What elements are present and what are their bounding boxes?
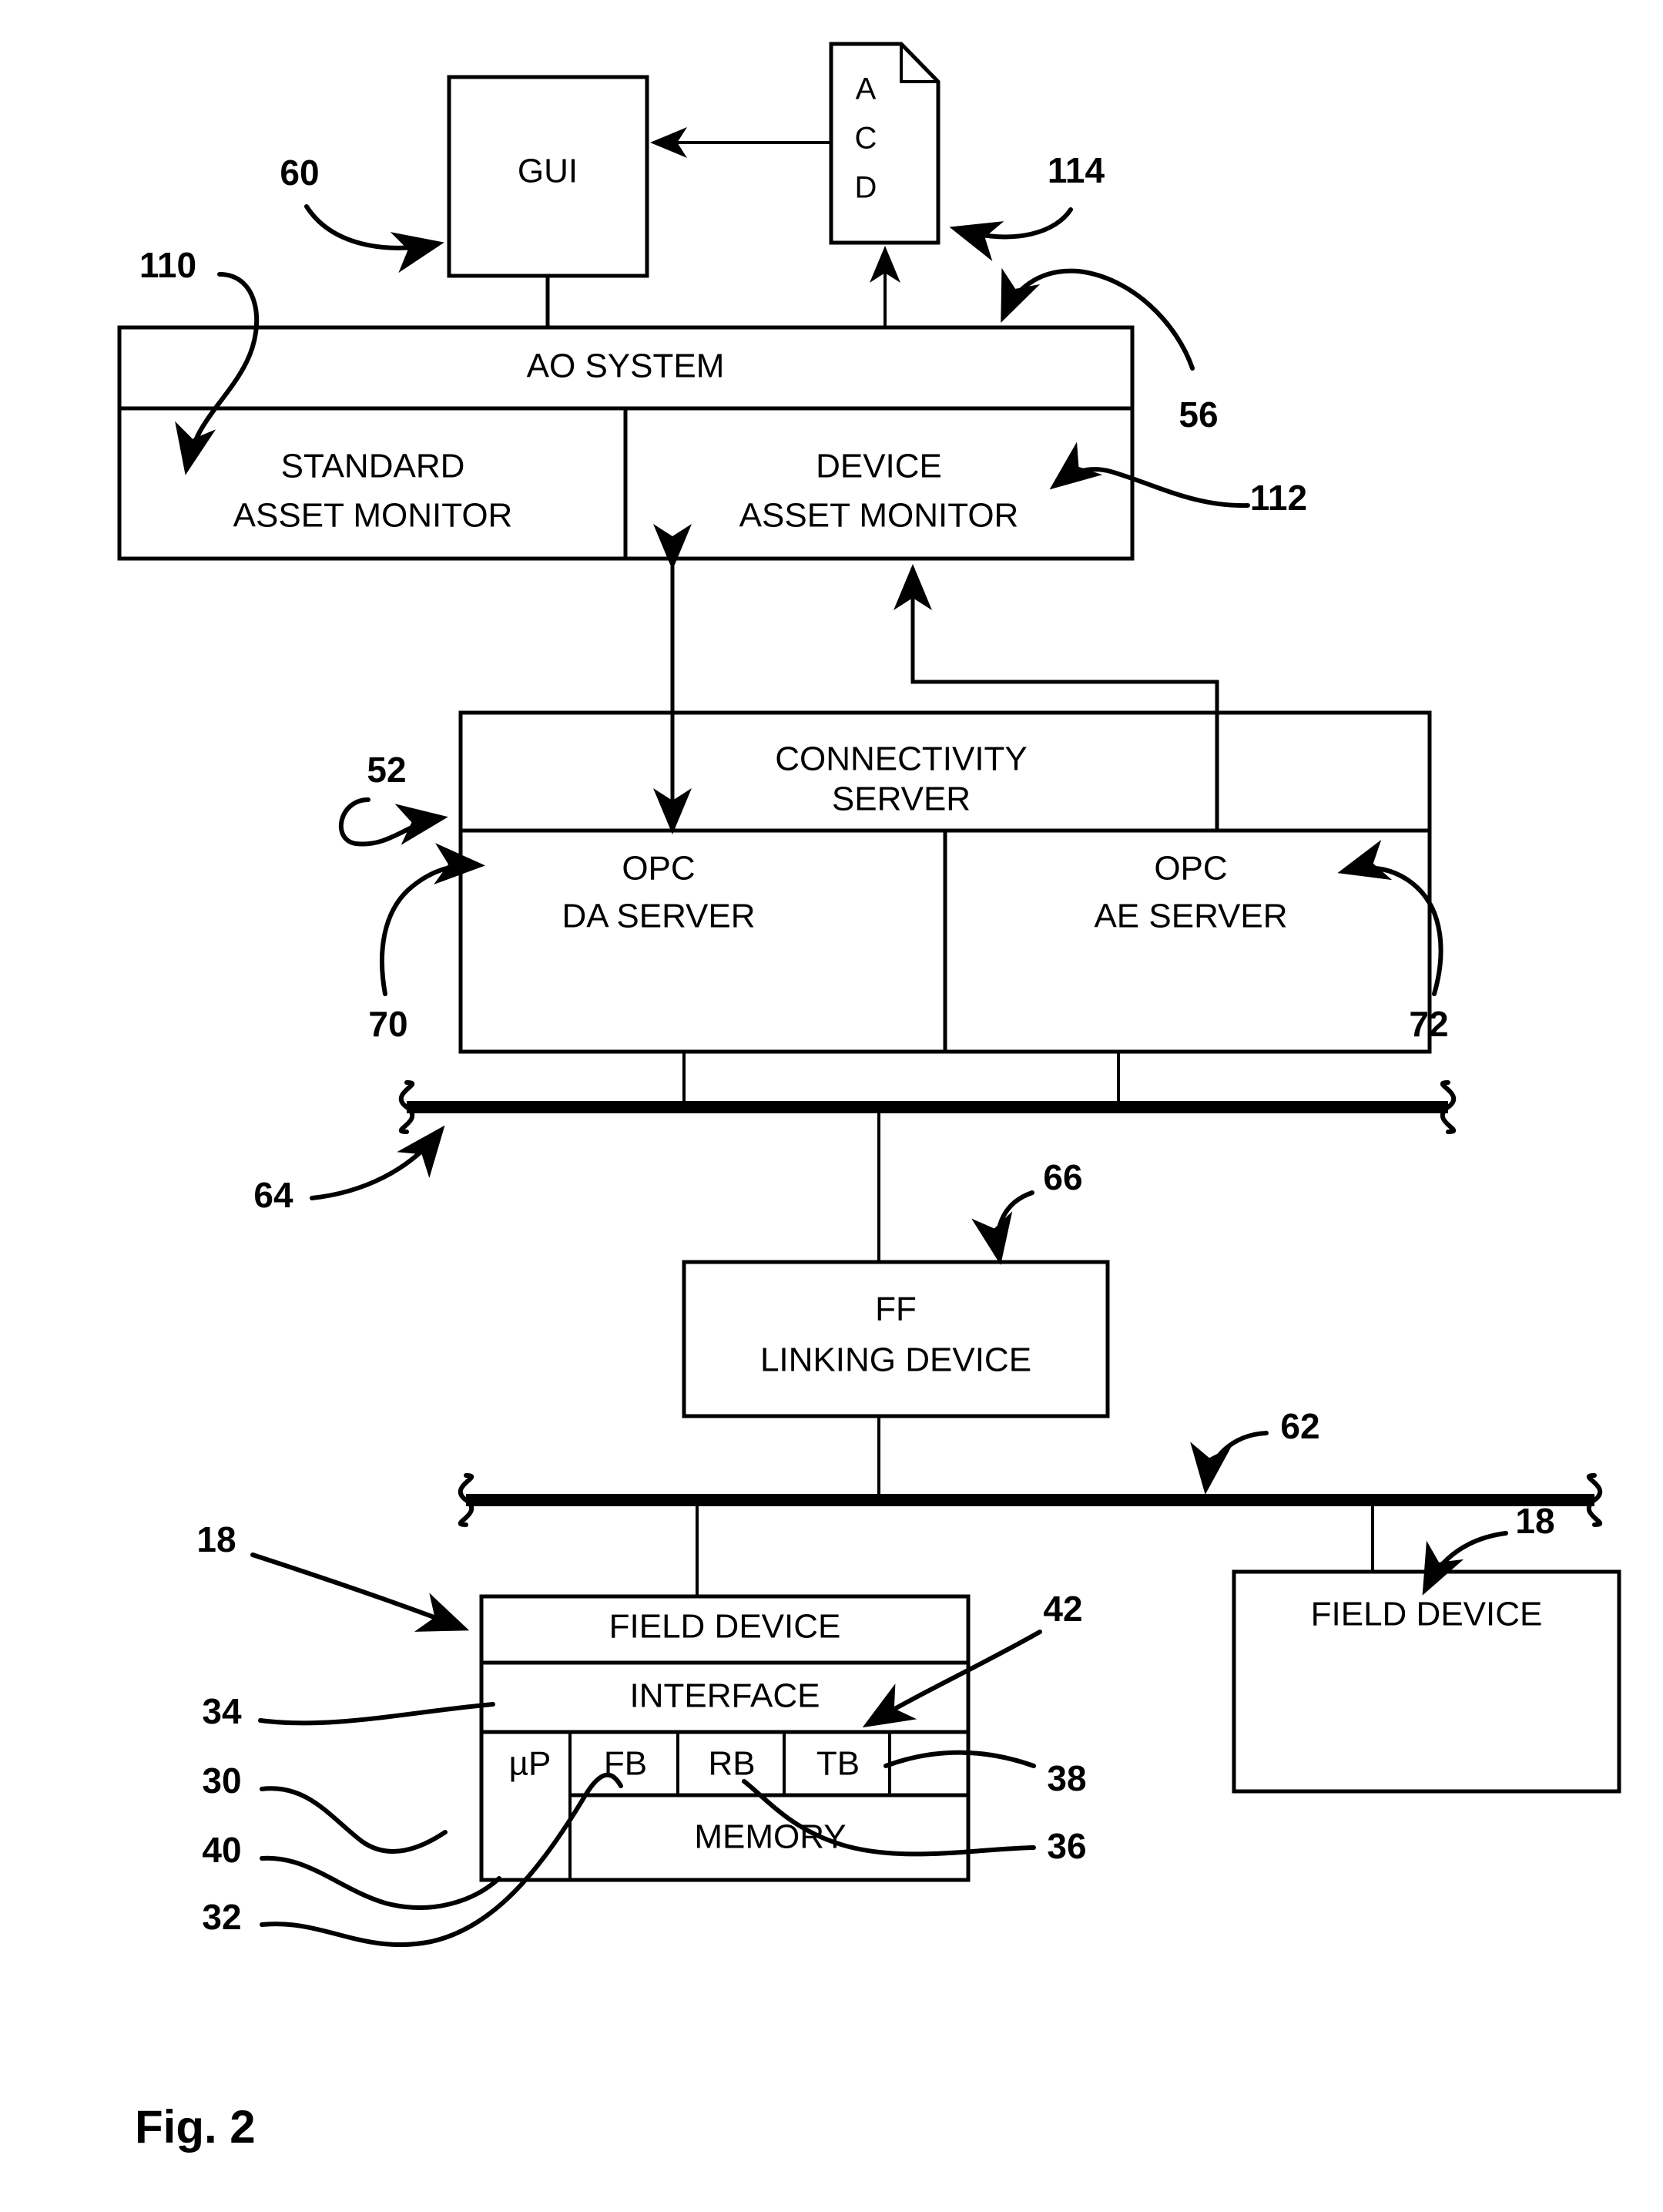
opc-da-server-line-2: DA SERVER <box>562 898 755 935</box>
acd-document: A C D <box>829 42 940 245</box>
figure-2-diagram: GUI A C D AO SYSTEM STANDARD ASSET MONIT… <box>117 42 1621 2153</box>
ref-112-leader-line <box>1049 441 1250 509</box>
microprocessor-label: µP <box>509 1745 552 1783</box>
ref-34-leader-line <box>258 1702 495 1726</box>
ref-36-number: 36 <box>1047 1826 1086 1866</box>
ref-56-leader-line <box>1001 267 1195 371</box>
ref-64-annotation: 64 <box>253 1125 445 1215</box>
opc-ae-server-line-1: OPC <box>1154 850 1227 888</box>
ref-40-annotation: 40 <box>202 1830 501 1910</box>
device-asset-monitor-line-2: ASSET MONITOR <box>739 497 1019 535</box>
ref-72-leader-line <box>1337 840 1443 996</box>
field-device-right-block: FIELD DEVICE <box>1232 1569 1621 1794</box>
ref-52-leader-line <box>338 797 448 847</box>
ref-110-leader-line <box>175 272 260 475</box>
acd-line-1: A <box>856 72 877 106</box>
ref-34-number: 34 <box>202 1691 242 1731</box>
ref-18-left-number: 18 <box>196 1519 236 1559</box>
ref-32-number: 32 <box>202 1897 241 1937</box>
device-asset-monitor-line-1: DEVICE <box>816 448 942 485</box>
ref-38-number: 38 <box>1047 1758 1086 1798</box>
gui-block: GUI <box>447 75 649 278</box>
ref-110-number: 110 <box>139 245 196 285</box>
ref-70-number: 70 <box>368 1004 407 1044</box>
ref-62-leader-line <box>1190 1431 1269 1495</box>
ref-64-number: 64 <box>253 1175 293 1215</box>
ref-114-leader-line <box>949 207 1073 261</box>
standard-asset-monitor-line-1: STANDARD <box>281 448 465 485</box>
figure-caption: Fig. 2 <box>135 2101 256 2153</box>
ref-18-right-annotation: 18 <box>1422 1501 1555 1596</box>
ref-18-left-leader-line <box>250 1552 470 1632</box>
ref-62-annotation: 62 <box>1190 1406 1320 1495</box>
ref-30-number: 30 <box>202 1761 241 1801</box>
ref-60-annotation: 60 <box>280 153 444 274</box>
opc-ae-server-line-2: AE SERVER <box>1094 898 1287 935</box>
transducer-block-label: TB <box>816 1745 860 1783</box>
connectivity-server-line-1: CONNECTIVITY <box>775 740 1028 778</box>
ref-64-leader-line <box>310 1125 445 1200</box>
ff-linking-device-box <box>682 1260 1110 1418</box>
ref-66-leader-line <box>971 1190 1034 1265</box>
ref-30-leader-line <box>260 1786 448 1854</box>
resource-block-label: RB <box>708 1745 755 1783</box>
ref-66-number: 66 <box>1043 1157 1082 1197</box>
ref-40-number: 40 <box>202 1830 241 1870</box>
acd-line-3: D <box>855 171 877 205</box>
ref-42-leader-line <box>862 1630 1042 1728</box>
ref-114-annotation: 114 <box>949 150 1105 261</box>
ref-72-annotation: 72 <box>1337 840 1449 1044</box>
standard-asset-monitor-line-2: ASSET MONITOR <box>233 497 513 535</box>
ref-56-number: 56 <box>1179 394 1218 435</box>
ref-60-leader-line <box>304 204 444 274</box>
field-device-right-title: FIELD DEVICE <box>1311 1596 1543 1633</box>
ref-38-annotation: 38 <box>883 1750 1087 1798</box>
connectivity-server-block: CONNECTIVITY SERVER OPC DA SERVER OPC AE… <box>458 710 1432 1054</box>
acd-page-shape <box>829 42 940 245</box>
acd-line-2: C <box>855 122 877 156</box>
gui-label: GUI <box>518 153 578 190</box>
ao-system-title: AO SYSTEM <box>527 347 725 385</box>
ref-18-right-number: 18 <box>1515 1501 1554 1541</box>
bus-62 <box>458 1473 1603 1527</box>
field-device-left-block: FIELD DEVICE INTERFACE µP FB RB TB MEMOR… <box>479 1594 971 1882</box>
ref-112-number: 112 <box>1250 478 1307 518</box>
ref-42-annotation: 42 <box>862 1589 1083 1728</box>
ref-18-left-annotation: 18 <box>196 1519 470 1632</box>
ref-66-annotation: 66 <box>971 1157 1083 1265</box>
ao-system-block: AO SYSTEM STANDARD ASSET MONITOR DEVICE … <box>117 325 1135 561</box>
ref-40-leader-line <box>260 1855 501 1910</box>
ref-38-leader-line <box>883 1750 1036 1768</box>
ref-42-number: 42 <box>1043 1589 1082 1629</box>
ref-110-annotation: 110 <box>139 245 260 475</box>
ref-52-annotation: 52 <box>338 750 448 847</box>
bus-64 <box>398 1080 1457 1134</box>
ref-60-number: 60 <box>280 153 319 193</box>
ref-62-number: 62 <box>1280 1406 1319 1446</box>
ff-linking-device-line-1: FF <box>875 1291 917 1328</box>
connectivity-server-line-2: SERVER <box>832 780 971 818</box>
ref-112-annotation: 112 <box>1049 441 1307 518</box>
ref-52-number: 52 <box>367 750 406 790</box>
ref-114-number: 114 <box>1048 150 1105 190</box>
ref-34-annotation: 34 <box>202 1691 495 1731</box>
opc-da-server-line-1: OPC <box>622 850 695 888</box>
patent-figure-page: GUI A C D AO SYSTEM STANDARD ASSET MONIT… <box>0 0 1663 2212</box>
field-device-left-title: FIELD DEVICE <box>609 1608 841 1646</box>
ff-linking-device-line-2: LINKING DEVICE <box>760 1341 1031 1379</box>
ff-linking-device-block: FF LINKING DEVICE <box>682 1260 1110 1418</box>
interface-label: INTERFACE <box>630 1677 820 1715</box>
ref-18-right-leader-line <box>1422 1531 1508 1596</box>
ref-72-number: 72 <box>1409 1004 1448 1044</box>
